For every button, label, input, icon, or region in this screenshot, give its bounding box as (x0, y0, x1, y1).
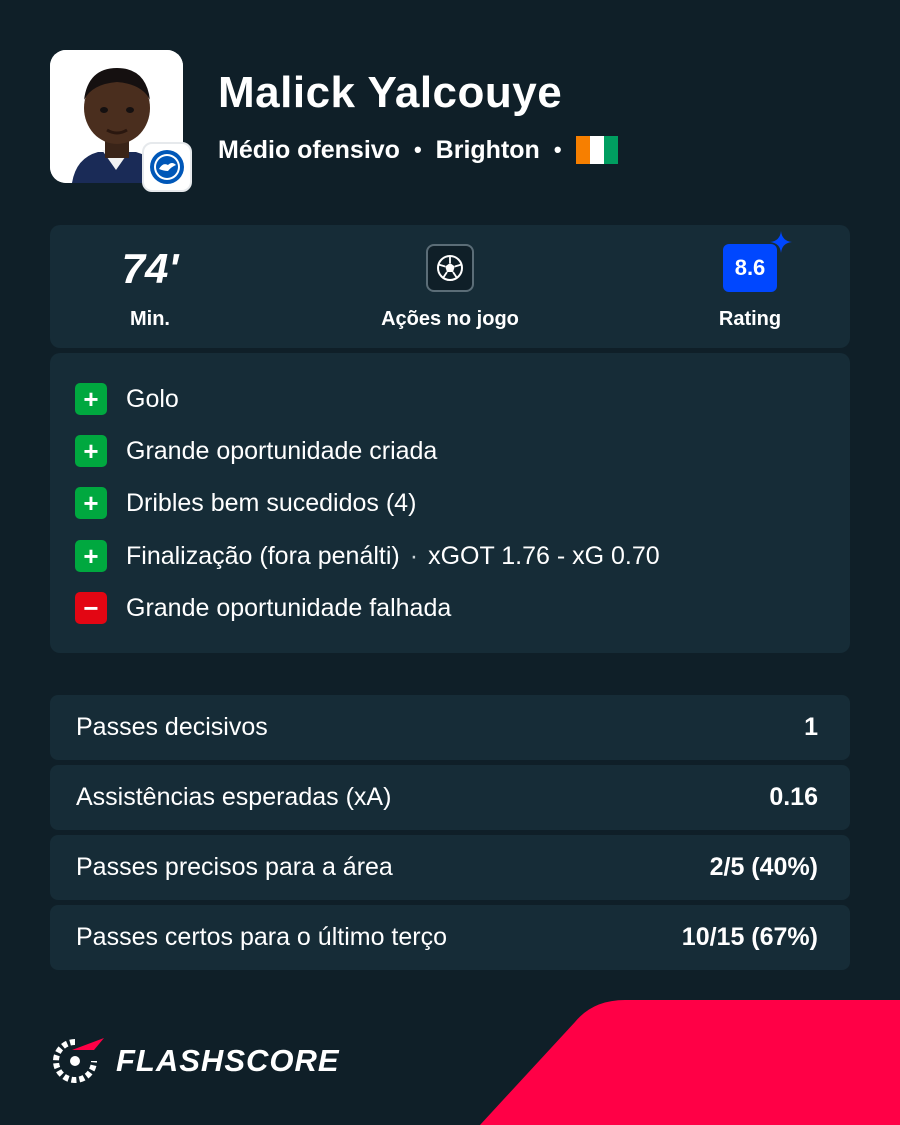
stat-row: Passes certos para o último terço 10/15 … (50, 905, 850, 970)
stat-label: Passes decisivos (76, 713, 268, 741)
stat-row: Assistências esperadas (xA) 0.16 (50, 765, 850, 830)
actions-stat: Ações no jogo (350, 225, 550, 348)
minutes-label: Min. (130, 308, 170, 330)
player-name: Malick Yalcouye (218, 68, 563, 117)
flashscore-logo-icon (53, 1038, 104, 1083)
stat-row: Passes precisos para a área 2/5 (40%) (50, 835, 850, 900)
flashscore-logo: FLASHSCORE (50, 1036, 340, 1086)
brand-name: FLASHSCORE (116, 1043, 340, 1078)
stat-label: Assistências esperadas (xA) (76, 783, 392, 811)
plus-icon: + (75, 540, 107, 572)
minus-icon: − (75, 592, 107, 624)
player-position: Médio ofensivo (218, 135, 400, 164)
meta-separator: • (413, 137, 422, 162)
stat-row: Passes decisivos 1 (50, 695, 850, 760)
match-actions-panel: + Golo + Grande oportunidade criada + Dr… (50, 353, 850, 653)
action-item: + Finalização (fora penálti) · xGOT 1.76… (75, 539, 660, 573)
rating-label: Rating (718, 308, 782, 330)
action-text: Finalização (fora penálti) (126, 541, 400, 570)
stat-value: 10/15 (67%) (681, 923, 818, 951)
plus-icon: + (75, 487, 107, 519)
action-item: + Grande oportunidade criada (75, 434, 437, 468)
stat-value: 2/5 (40%) (709, 853, 818, 881)
football-icon (426, 244, 474, 292)
action-separator: · (409, 541, 419, 570)
plus-icon: + (75, 435, 107, 467)
action-text: Dribles bem sucedidos (4) (126, 488, 417, 517)
action-item: + Golo (75, 382, 179, 416)
plus-icon: + (75, 383, 107, 415)
action-item: + Dribles bem sucedidos (4) (75, 486, 416, 520)
action-text: Grande oportunidade criada (126, 436, 438, 465)
minutes-stat: 74' Min. (50, 225, 250, 348)
stat-label: Passes certos para o último terço (76, 923, 447, 951)
stat-value: 1 (804, 713, 818, 741)
action-text: Golo (126, 384, 179, 413)
action-text: Grande oportunidade falhada (126, 593, 452, 622)
brighton-crest-icon (142, 142, 192, 192)
meta-separator: • (553, 137, 562, 162)
player-meta: Médio ofensivo • Brighton • (218, 134, 618, 166)
action-item: − Grande oportunidade falhada (75, 591, 451, 625)
player-team: Brighton (435, 135, 540, 164)
minutes-value: 74' (121, 245, 179, 292)
player-header: Malick Yalcouye Médio ofensivo • Brighto… (50, 50, 850, 200)
action-detail: xGOT 1.76 - xG 0.70 (428, 541, 660, 570)
match-summary-panel: 74' Min. Ações no jogo 8.6 Rating (50, 225, 850, 348)
actions-label: Ações no jogo (381, 308, 519, 330)
ivory-coast-flag-icon (575, 136, 618, 164)
decorative-red-corner (480, 1000, 900, 1125)
stat-label: Passes precisos para a área (76, 853, 393, 881)
rating-stat: 8.6 Rating (650, 225, 850, 348)
star-sparkle-icon (770, 231, 792, 253)
stat-value: 0.16 (769, 783, 818, 811)
